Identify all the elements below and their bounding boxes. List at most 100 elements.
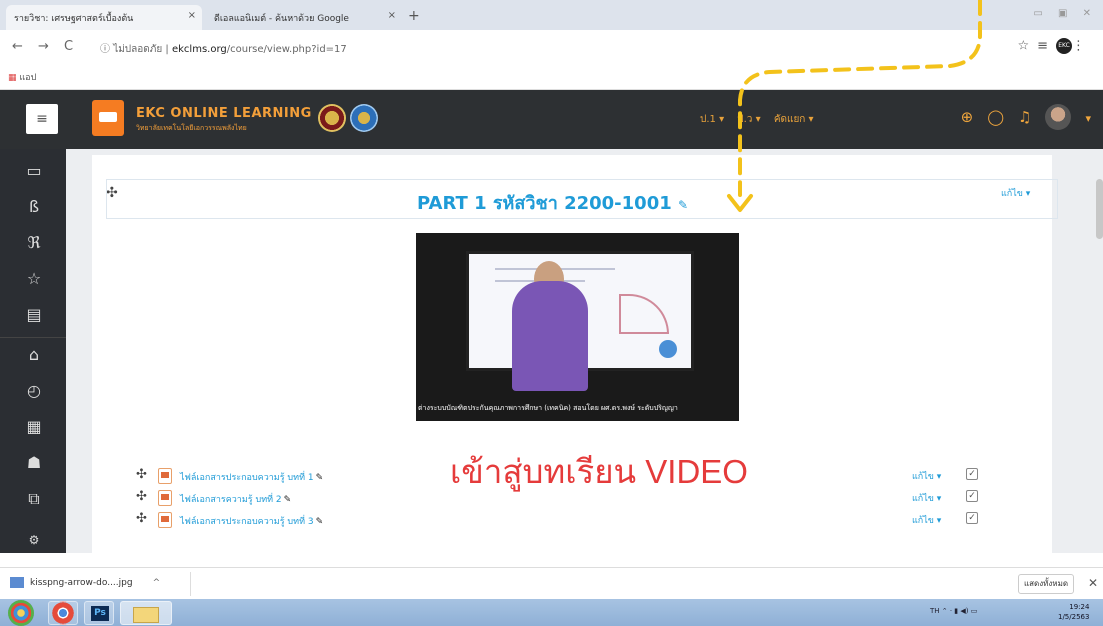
user-menu-chevron-icon[interactable]: ▾ [1085, 112, 1091, 125]
institution-seal-icon [350, 104, 378, 132]
activity-label: ไฟล์เอกสารประกอบความรู้ บทที่ 1 [180, 473, 314, 483]
completion-checkbox[interactable]: ✓ [966, 468, 978, 480]
tab-close-icon[interactable]: × [188, 10, 196, 21]
completion-checkbox[interactable]: ✓ [966, 490, 978, 502]
drawer-toggle-button[interactable]: ≡ [26, 104, 58, 134]
header-icons: ⊕ ◯ ♫ ▾ [947, 104, 1091, 130]
activity-link[interactable]: ไฟล์เอกสารความรู้ บทที่ 2 ✎ [180, 492, 291, 506]
download-options-chevron-icon[interactable]: ^ [153, 578, 161, 588]
section-title-text: PART 1 รหัสวิชา 2200-1001 [417, 193, 672, 214]
tab-google-title: ดีเอลแอนิเมต์ - ค้นหาด้วย Google [214, 14, 349, 24]
messages-icon[interactable]: ◯ [987, 108, 1004, 126]
file-icon [158, 490, 172, 506]
section-header: PART 1 รหัสวิชา 2200-1001 ✎ แก้ไข ▾ [106, 179, 1058, 219]
brand-subtitle: วิทยาลัยเทคโนโลยีเอกวรรณพลังไทย [136, 124, 247, 132]
activity-edit-dropdown[interactable]: แก้ไข ▾ [912, 469, 941, 483]
apps-bookmark[interactable]: แอป [19, 73, 36, 83]
grades-icon[interactable]: ▤ [24, 305, 44, 324]
edit-pencil-icon[interactable]: ✎ [284, 495, 292, 505]
notifications-bell-icon[interactable]: ♫ [1018, 108, 1031, 126]
file-icon [158, 468, 172, 484]
account-avatar[interactable]: EKC [1056, 38, 1072, 54]
video-caption: ต่างระบบบัณฑิตประกันคุณภาพการศึกษา (เทคน… [418, 404, 678, 412]
lesson-video[interactable]: ต่างระบบบัณฑิตประกันคุณภาพการศึกษา (เทคน… [416, 233, 739, 421]
course-section-card: ✣ PART 1 รหัสวิชา 2200-1001 ✎ แก้ไข ▾ ต่… [92, 155, 1058, 553]
reload-icon[interactable]: C [64, 39, 73, 54]
activity-row: ✣ ไฟล์เอกสารความรู้ บทที่ 2 ✎ แก้ไข ▾ ✓ [122, 489, 1032, 509]
calendar-icon[interactable]: ▦ [24, 417, 44, 436]
system-tray[interactable]: TH ⌃ · ▮ ◀) ▭ [930, 607, 977, 615]
tab-google[interactable]: ดีเอลแอนิเมต์ - ค้นหาด้วย Google × [206, 5, 402, 30]
dashboard-icon[interactable]: ◴ [24, 381, 44, 400]
private-files-icon[interactable]: ☗ [24, 453, 44, 472]
apps-icon[interactable]: ▦ [8, 73, 19, 83]
move-icon[interactable]: ✣ [136, 467, 147, 482]
info-icon[interactable]: ⓘ [100, 44, 113, 55]
page-scrollbar[interactable] [1096, 179, 1103, 239]
edit-pencil-icon[interactable]: ✎ [316, 473, 324, 483]
drawer-divider [0, 337, 66, 338]
settings-gear-icon[interactable]: ⚙ [24, 533, 44, 547]
clock-time: 19:24 [1069, 603, 1090, 611]
menu-item-select[interactable]: คัดแยก ▾ [774, 114, 814, 125]
top-menu: ป.1 ▾ ป.ว ▾ คัดแยก ▾ [700, 112, 824, 127]
badges-icon[interactable]: ℜ [24, 233, 44, 252]
move-icon[interactable]: ✣ [136, 489, 147, 504]
home-icon[interactable]: ⌂ [24, 345, 44, 364]
menu-item-pw[interactable]: ป.ว ▾ [737, 114, 760, 125]
image-file-icon [10, 577, 24, 588]
completion-checkbox[interactable]: ✓ [966, 512, 978, 524]
download-item[interactable]: kisspng-arrow-do....jpg ^ [10, 577, 160, 588]
tab-close-icon[interactable]: × [388, 10, 396, 21]
move-icon[interactable]: ✣ [136, 511, 147, 526]
download-divider [190, 572, 191, 596]
clock-date: 1/5/2563 [1058, 613, 1090, 621]
menu-item-p1[interactable]: ป.1 ▾ [700, 114, 724, 125]
activity-label: ไฟล์เอกสารประกอบความรู้ บทที่ 3 [180, 517, 314, 527]
activity-edit-dropdown[interactable]: แก้ไข ▾ [912, 491, 941, 505]
menu-icon[interactable]: ⋮ [1072, 39, 1093, 54]
participants-icon[interactable]: ß [24, 197, 44, 216]
ekc-logo[interactable] [92, 100, 124, 136]
presenter-figure [512, 281, 588, 391]
download-filename: kisspng-arrow-do....jpg [30, 578, 133, 588]
forward-icon[interactable]: → [38, 39, 49, 54]
my-courses-icon[interactable]: ⧉ [24, 489, 44, 509]
new-tab-button[interactable]: + [408, 8, 420, 24]
edit-title-pencil-icon[interactable]: ✎ [678, 198, 688, 212]
bookmarks-bar: ▦ แอป [0, 64, 1103, 90]
back-icon[interactable]: ← [12, 39, 23, 54]
section-edit-dropdown[interactable]: แก้ไข ▾ [1001, 186, 1030, 200]
os-taskbar: TH ⌃ · ▮ ◀) ▭ 19:24 1/5/2563 [0, 599, 1103, 626]
activity-edit-dropdown[interactable]: แก้ไข ▾ [912, 513, 941, 527]
course-content: ✣ PART 1 รหัสวิชา 2200-1001 ✎ แก้ไข ▾ ต่… [66, 149, 1103, 553]
explorer-taskbar-icon[interactable] [120, 601, 172, 625]
photoshop-taskbar-icon[interactable] [84, 601, 114, 625]
folder-icon[interactable]: ▭ [24, 161, 44, 180]
site-header: ≡ EKC ONLINE LEARNING วิทยาลัยเทคโนโลยีเ… [0, 90, 1103, 149]
user-avatar[interactable] [1045, 104, 1072, 130]
window-controls[interactable]: ▭ ▣ ✕ [1033, 8, 1097, 19]
nav-drawer: ▭ ß ℜ ☆ ▤ ⌂ ◴ ▦ ☗ ⧉ ⚙ [0, 149, 66, 553]
competencies-star-icon[interactable]: ☆ [24, 269, 44, 288]
brand-title[interactable]: EKC ONLINE LEARNING [136, 106, 312, 121]
activity-row: ✣ ไฟล์เอกสารประกอบความรู้ บทที่ 1 ✎ แก้ไข… [122, 467, 1032, 487]
globe-icon[interactable]: ⊕ [961, 108, 974, 126]
start-button-icon[interactable] [8, 600, 34, 626]
download-bar: kisspng-arrow-do....jpg ^ แสดงทั้งหมด ✕ [0, 567, 1103, 599]
show-all-downloads-button[interactable]: แสดงทั้งหมด [1018, 574, 1074, 594]
reading-list-icon[interactable]: ≡ [1037, 39, 1056, 54]
tab-course[interactable]: รายวิชา: เศรษฐศาสตร์เบื้องต้น × [6, 5, 202, 30]
activity-label: ไฟล์เอกสารความรู้ บทที่ 2 [180, 495, 282, 505]
activity-row: ✣ ไฟล์เอกสารประกอบความรู้ บทที่ 3 ✎ แก้ไข… [122, 511, 1032, 531]
activity-link[interactable]: ไฟล์เอกสารประกอบความรู้ บทที่ 1 ✎ [180, 470, 323, 484]
url-path: /course/view.php?id=17 [226, 44, 347, 55]
system-clock[interactable]: 19:24 1/5/2563 [1058, 602, 1089, 622]
star-icon[interactable]: ☆ [1017, 39, 1037, 54]
close-download-bar-icon[interactable]: ✕ [1088, 576, 1098, 590]
activity-link[interactable]: ไฟล์เอกสารประกอบความรู้ บทที่ 3 ✎ [180, 514, 323, 528]
url-field[interactable]: ⓘ ไม่ปลอดภัย | ekclms.org/course/view.ph… [100, 40, 347, 57]
edit-pencil-icon[interactable]: ✎ [316, 517, 324, 527]
chrome-taskbar-icon[interactable] [48, 601, 78, 625]
file-icon [158, 512, 172, 528]
